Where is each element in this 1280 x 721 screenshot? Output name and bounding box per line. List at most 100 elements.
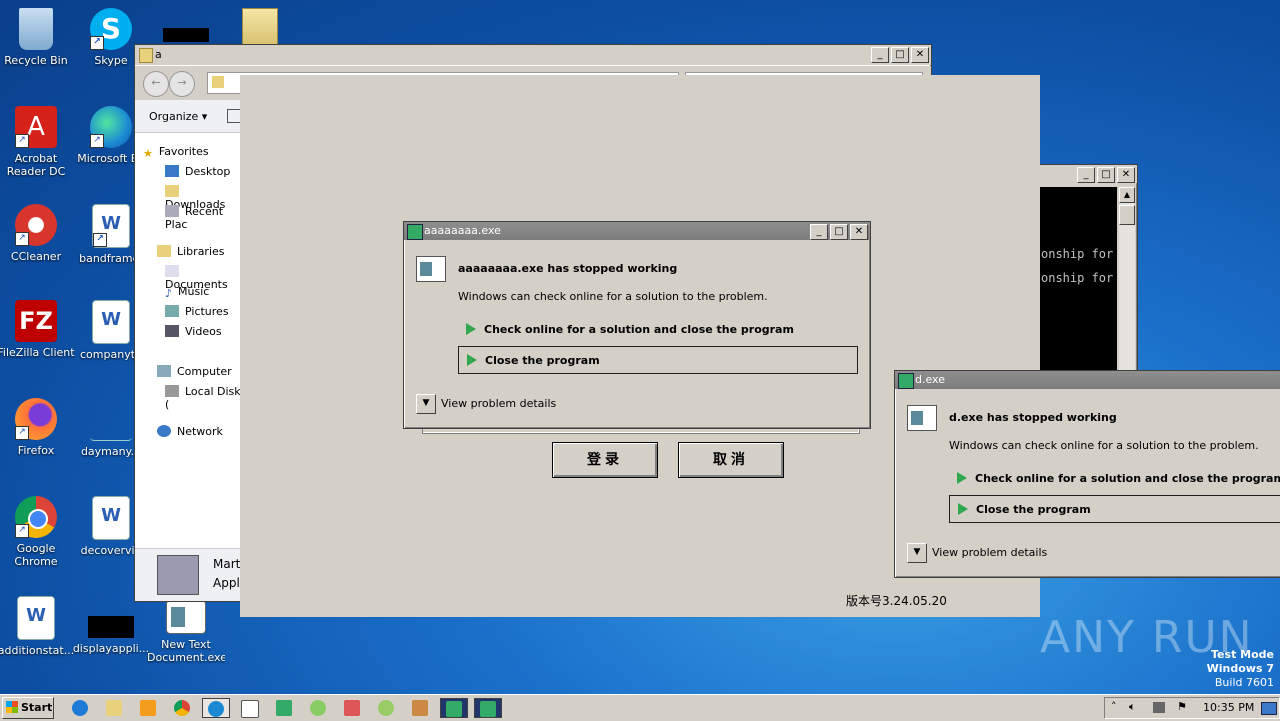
view-problem-details-link[interactable]: View problem details: [932, 546, 1047, 559]
desktop-icon-label: FileZilla Client: [0, 346, 75, 359]
flag-icon[interactable]: ⚑: [1177, 700, 1187, 713]
desktop-icon-new-text-document[interactable]: New Text Document.exe: [147, 600, 225, 664]
folder-icon[interactable]: [242, 8, 278, 46]
error-dialog-titlebar[interactable]: aaaaaaaa.exe _ □ ✕: [404, 222, 870, 240]
nav-videos[interactable]: Videos: [165, 325, 222, 338]
check-online-button[interactable]: Check online for a solution and close th…: [949, 465, 1280, 493]
start-button[interactable]: Start: [2, 697, 54, 719]
maximize-button[interactable]: □: [1097, 167, 1115, 183]
forward-button[interactable]: →: [169, 71, 195, 97]
desktop-icon-label: Firefox: [17, 444, 55, 457]
scroll-up-button[interactable]: ▲: [1119, 187, 1135, 203]
organize-menu[interactable]: Organize ▾: [149, 110, 207, 123]
taskbar-ie[interactable]: [66, 698, 94, 718]
desktop-icon-label: CCleaner: [10, 250, 62, 263]
computer-icon: [157, 365, 171, 377]
error-dialog-d[interactable]: d.exe d.exe has stopped working Windows …: [894, 370, 1280, 578]
desktop-icon-acrobat[interactable]: A ↗ Acrobat Reader DC: [0, 106, 75, 178]
taskbar-network[interactable]: [338, 698, 366, 718]
media-player-icon: [140, 700, 156, 716]
nav-local-disk[interactable]: Local Disk (: [165, 385, 241, 411]
desktop-icon-firefox[interactable]: ↗ Firefox: [0, 398, 75, 457]
minimize-button[interactable]: _: [1077, 167, 1095, 183]
scroll-thumb[interactable]: [1119, 205, 1135, 225]
error-subtext: Windows can check online for a solution …: [458, 290, 768, 303]
volume-icon[interactable]: 🔈︎: [1129, 700, 1136, 714]
desktop-icon-filezilla[interactable]: FZ FileZilla Client: [0, 300, 75, 359]
error-dialog-title: d.exe: [915, 373, 945, 386]
expand-details-button[interactable]: ▼: [907, 543, 927, 563]
console-window[interactable]: _ □ ✕ onship for onship for ▲: [1030, 164, 1138, 374]
error-dialog-a[interactable]: aaaaaaaa.exe _ □ ✕ aaaaaaaa.exe has stop…: [403, 221, 871, 429]
check-online-button[interactable]: Check online for a solution and close th…: [458, 316, 858, 344]
view-problem-details-link[interactable]: View problem details: [441, 397, 556, 410]
view-icon[interactable]: [227, 109, 241, 123]
taskbar-error-window[interactable]: [474, 698, 502, 718]
nav-music[interactable]: ♪ Music: [165, 285, 209, 300]
maximize-button[interactable]: □: [830, 224, 848, 240]
back-button[interactable]: ←: [143, 71, 169, 97]
clock[interactable]: 10:35 PM: [1203, 701, 1254, 714]
system-tray: ˄ 🔈︎ ⚑ 10:35 PM: [1104, 697, 1280, 719]
desktop-icon-ccleaner[interactable]: ↗ CCleaner: [0, 204, 75, 263]
word-document-icon: W: [17, 596, 55, 640]
desktop-icon-additionstat[interactable]: W additionstat...: [0, 596, 75, 657]
close-button[interactable]: ✕: [850, 224, 868, 240]
cancel-button[interactable]: 取消: [678, 442, 784, 478]
nav-network[interactable]: Network: [157, 425, 223, 438]
black-rectangle-icon: [163, 28, 209, 42]
explorer-titlebar[interactable]: a _ □ ✕: [135, 45, 931, 65]
maximize-button[interactable]: □: [891, 47, 909, 63]
folder-icon: [212, 76, 224, 88]
filezilla-icon: FZ: [15, 300, 57, 342]
tray-expand-icon[interactable]: ˄: [1111, 700, 1117, 713]
taskbar-app[interactable]: [270, 698, 298, 718]
chrome-icon: ↗: [15, 496, 57, 538]
recycle-bin-icon: [19, 8, 53, 50]
taskbar-explorer[interactable]: [100, 698, 128, 718]
network-tray-icon[interactable]: [1153, 702, 1165, 713]
taskbar-setup[interactable]: [406, 698, 434, 718]
edge-icon: [208, 701, 224, 717]
taskbar-sound[interactable]: [304, 698, 332, 718]
taskbar-edge[interactable]: [202, 698, 230, 718]
desktop-icon-label: Acrobat Reader DC: [6, 152, 66, 178]
nav-computer[interactable]: Computer: [157, 365, 232, 378]
shortcut-arrow-icon: ↗: [15, 524, 29, 538]
app-icon: [407, 224, 423, 240]
close-button[interactable]: ✕: [911, 47, 929, 63]
login-button[interactable]: 登录: [552, 442, 658, 478]
console-scrollbar[interactable]: ▲: [1119, 187, 1135, 371]
desktop-icon-recycle-bin[interactable]: Recycle Bin: [0, 8, 75, 67]
nav-libraries[interactable]: Libraries: [157, 245, 225, 258]
close-button[interactable]: ✕: [1117, 167, 1135, 183]
nav-label: Network: [177, 425, 223, 438]
organize-label: Organize: [149, 110, 199, 123]
nav-pictures[interactable]: Pictures: [165, 305, 229, 318]
error-dialog-titlebar[interactable]: d.exe: [895, 371, 1280, 389]
nav-label: Videos: [185, 325, 222, 338]
desktop-icon-label: additionstat...: [0, 644, 75, 657]
show-desktop-icon[interactable]: [1261, 702, 1277, 715]
nav-favorites[interactable]: ★ Favorites: [143, 145, 209, 160]
taskbar-error-window[interactable]: [440, 698, 468, 718]
expand-details-button[interactable]: ▼: [416, 394, 436, 414]
taskbar-notepad[interactable]: [372, 698, 400, 718]
navigation-pane: ★ Favorites Desktop Downloads Recent Plac…: [135, 133, 241, 543]
console-output: onship for onship for: [1033, 187, 1117, 371]
desktop-icon-displayappli[interactable]: displayappli...: [72, 596, 150, 655]
shortcut-arrow-icon: ↗: [15, 232, 29, 246]
taskbar-media-player[interactable]: [134, 698, 162, 718]
close-program-button[interactable]: Close the program: [949, 495, 1280, 523]
close-program-button[interactable]: Close the program: [458, 346, 858, 374]
minimize-button[interactable]: _: [810, 224, 828, 240]
nav-desktop[interactable]: Desktop: [165, 165, 230, 178]
nav-recent-places[interactable]: Recent Plac: [165, 205, 241, 231]
minimize-button[interactable]: _: [871, 47, 889, 63]
star-icon: ★: [143, 147, 153, 160]
console-titlebar[interactable]: _ □ ✕: [1031, 165, 1137, 183]
taskbar-window[interactable]: [236, 698, 264, 718]
application-window-icon: [166, 600, 206, 634]
taskbar-chrome[interactable]: [168, 698, 196, 718]
desktop-icon-chrome[interactable]: ↗ Google Chrome: [0, 496, 75, 568]
